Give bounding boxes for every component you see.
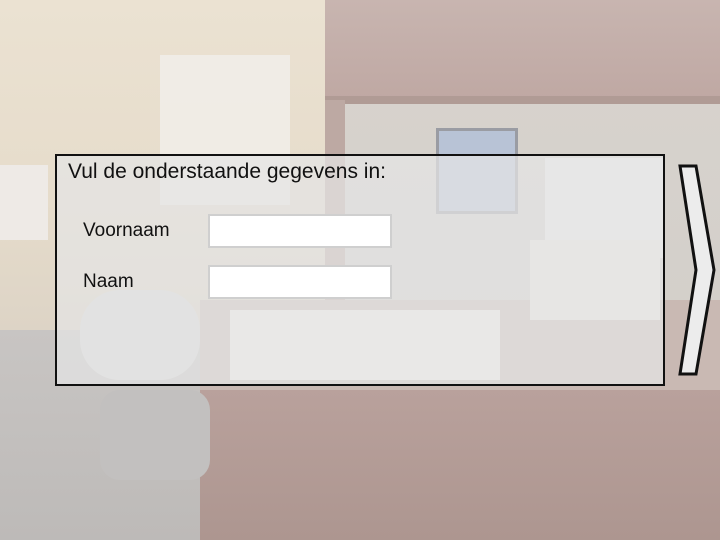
background-chair-base [100, 390, 210, 480]
first-name-input[interactable] [208, 214, 392, 248]
next-button[interactable] [676, 162, 718, 378]
form-panel: Vul de onderstaande gegevens in: Voornaa… [55, 154, 665, 386]
last-name-input[interactable] [208, 265, 392, 299]
background-desk-front [200, 390, 720, 540]
slide-stage: Vul de onderstaande gegevens in: Voornaa… [0, 0, 720, 540]
chevron-right-icon [678, 164, 716, 376]
first-name-label: Voornaam [83, 220, 170, 241]
last-name-label: Naam [83, 271, 134, 292]
background-wall-papers-left [0, 165, 48, 240]
background-cabinet-edge [325, 96, 720, 104]
form-title: Vul de onderstaande gegevens in: [68, 160, 386, 183]
background-cabinet [325, 0, 720, 100]
